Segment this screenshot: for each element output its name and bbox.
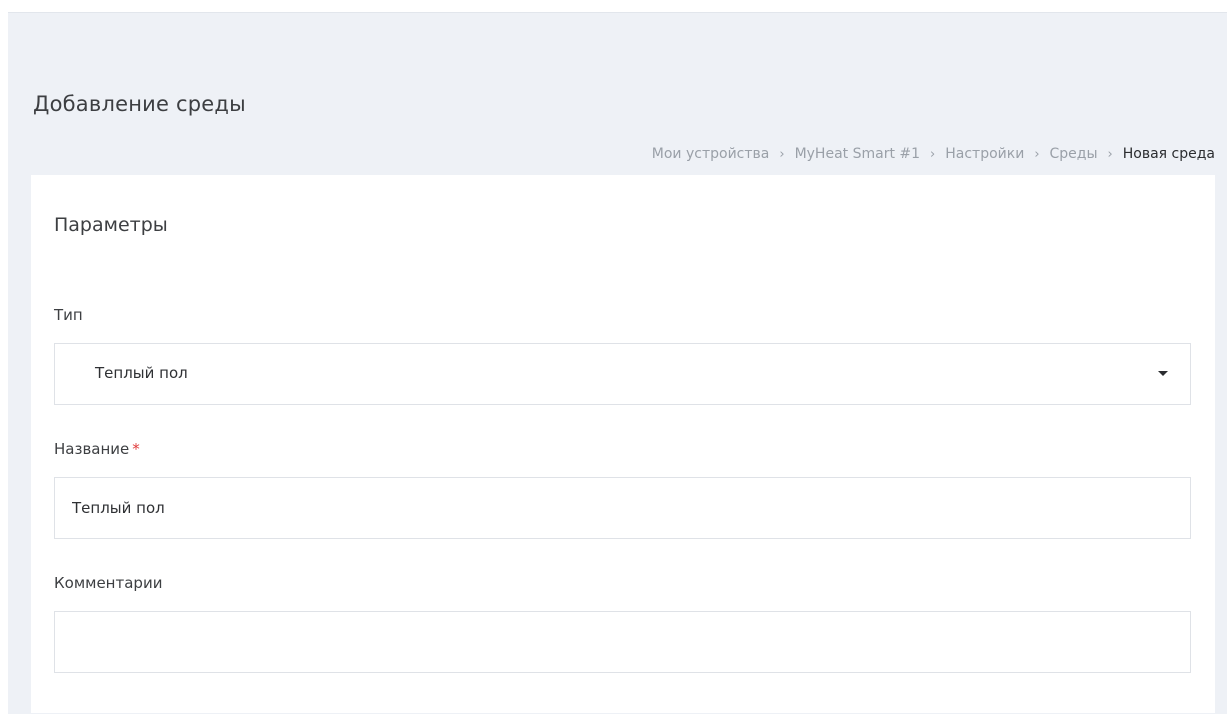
comment-input[interactable]: [54, 611, 1191, 673]
type-label: Тип: [54, 306, 83, 324]
caret-down-icon: [1158, 371, 1168, 376]
comment-label: Комментарии: [54, 574, 163, 592]
breadcrumb-item-settings[interactable]: Настройки: [945, 146, 1024, 162]
breadcrumb-separator-icon: ›: [1107, 146, 1113, 162]
breadcrumb: Мои устройства › MyHeat Smart #1 › Настр…: [652, 146, 1215, 162]
name-label-wrapper: Название *: [54, 440, 140, 458]
breadcrumb-item-current: Новая среда: [1122, 146, 1215, 162]
required-mark: *: [132, 440, 140, 458]
page: Добавление среды Мои устройства › MyHeat…: [0, 0, 1227, 714]
breadcrumb-separator-icon: ›: [1034, 146, 1040, 162]
card-title: Параметры: [54, 214, 168, 236]
parameters-card: Параметры Тип Теплый пол Название* Комме…: [31, 175, 1215, 713]
breadcrumb-item-my-devices[interactable]: Мои устройства: [652, 146, 770, 162]
name-label: Название: [54, 440, 130, 458]
type-select-value: Теплый пол: [95, 364, 188, 382]
name-input[interactable]: [54, 477, 1191, 539]
page-title: Добавление среды: [33, 92, 246, 116]
type-select[interactable]: Теплый пол: [54, 343, 1191, 405]
breadcrumb-separator-icon: ›: [930, 146, 936, 162]
breadcrumb-separator-icon: ›: [779, 146, 785, 162]
breadcrumb-item-device[interactable]: MyHeat Smart #1: [795, 146, 920, 162]
breadcrumb-item-environments[interactable]: Среды: [1050, 146, 1098, 162]
